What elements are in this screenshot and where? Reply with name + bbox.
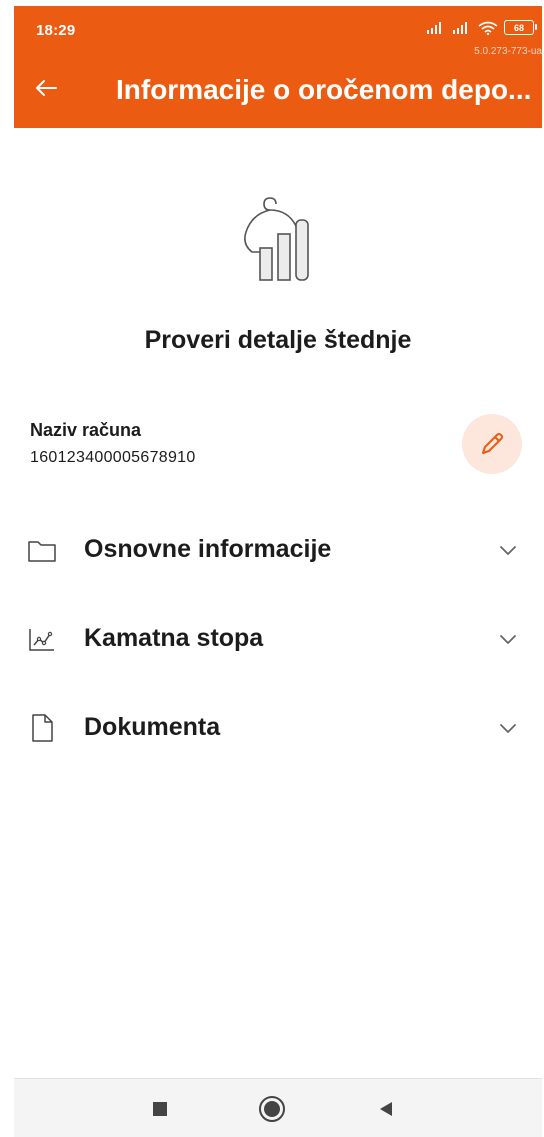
chevron-down-icon — [500, 635, 516, 644]
app-version: 5.0.273-773-ua — [474, 46, 542, 57]
chart-line-icon — [29, 629, 54, 651]
app-screen: 18:29 68 5.0.273-773-ua Informacije o or… — [14, 6, 542, 1137]
back-triangle-icon — [380, 1102, 392, 1116]
section-osnovne-informacije[interactable]: Osnovne informacije — [14, 522, 542, 578]
battery-icon: 68 — [504, 20, 537, 35]
app-header: 18:29 68 5.0.273-773-ua Informacije o or… — [14, 6, 542, 128]
section-dokumenta[interactable]: Dokumenta — [14, 700, 542, 756]
recents-button[interactable] — [142, 1091, 178, 1127]
piggy-bank-chart-icon — [244, 197, 309, 281]
section-label: Kamatna stopa — [84, 624, 264, 652]
back-nav-button[interactable] — [368, 1091, 404, 1127]
document-icon — [32, 714, 53, 742]
arrow-left-icon — [36, 80, 57, 96]
pencil-icon — [482, 433, 503, 454]
chevron-down-icon — [500, 724, 516, 733]
home-button[interactable] — [254, 1091, 290, 1127]
edit-account-name-button[interactable] — [462, 414, 522, 474]
status-time: 18:29 — [36, 22, 76, 39]
section-kamatna-stopa[interactable]: Kamatna stopa — [14, 611, 542, 667]
account-number: 160123400005678910 — [30, 449, 196, 466]
recents-square-icon — [153, 1102, 167, 1116]
signal-icon — [453, 21, 467, 34]
signal-icon — [427, 21, 441, 34]
page-header-title: Informacije o oročenom depo... — [116, 74, 532, 105]
back-button[interactable] — [30, 72, 62, 104]
system-nav-bar — [14, 1078, 542, 1137]
section-label: Osnovne informacije — [84, 535, 332, 563]
folder-icon — [28, 541, 56, 562]
home-circle-icon — [259, 1096, 285, 1122]
account-name-label: Naziv računa — [30, 420, 142, 440]
status-icons: 68 — [426, 20, 537, 35]
chevron-down-icon — [500, 546, 516, 555]
section-label: Dokumenta — [84, 713, 221, 741]
page-title: Proveri detalje štednje — [144, 326, 412, 354]
wifi-icon — [478, 21, 498, 35]
